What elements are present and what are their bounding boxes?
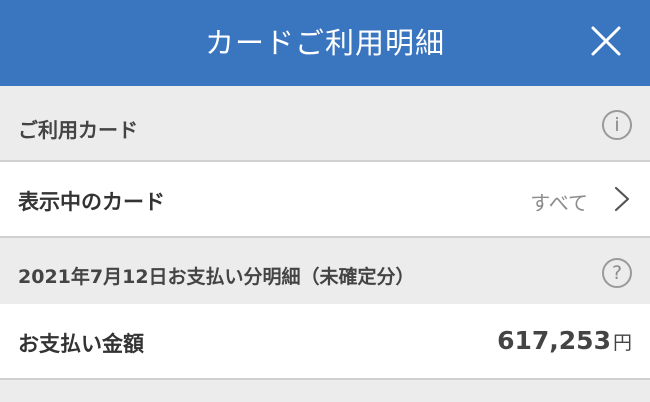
payment-amount-label: お支払い金額: [18, 332, 144, 356]
statement-section-title: 2021年7月12日お支払い分明細（未確定分）: [18, 266, 415, 288]
statement-section-header: 2021年7月12日お支払い分明細（未確定分） ?: [0, 238, 650, 310]
page-title: カードご利用明細: [204, 26, 445, 60]
close-button[interactable]: [586, 21, 626, 61]
close-icon: [591, 26, 621, 56]
usage-card-section-header: ご利用カード i: [0, 90, 650, 162]
payment-amount-value: 617,253: [497, 326, 611, 355]
displayed-card-row[interactable]: 表示中のカード すべて: [0, 162, 650, 238]
usage-card-section-title: ご利用カード: [18, 118, 138, 142]
help-icon[interactable]: ?: [602, 258, 632, 288]
bottom-background: [0, 380, 650, 402]
header-bar: カードご利用明細: [0, 0, 650, 86]
displayed-card-label: 表示中のカード: [18, 190, 165, 214]
payment-amount: 617,253 円: [497, 326, 632, 355]
displayed-card-value: すべて: [530, 191, 588, 215]
chevron-right-icon: [614, 186, 630, 212]
info-icon[interactable]: i: [602, 110, 632, 140]
payment-amount-row: お支払い金額 617,253 円: [0, 304, 650, 380]
payment-amount-unit: 円: [612, 332, 632, 354]
